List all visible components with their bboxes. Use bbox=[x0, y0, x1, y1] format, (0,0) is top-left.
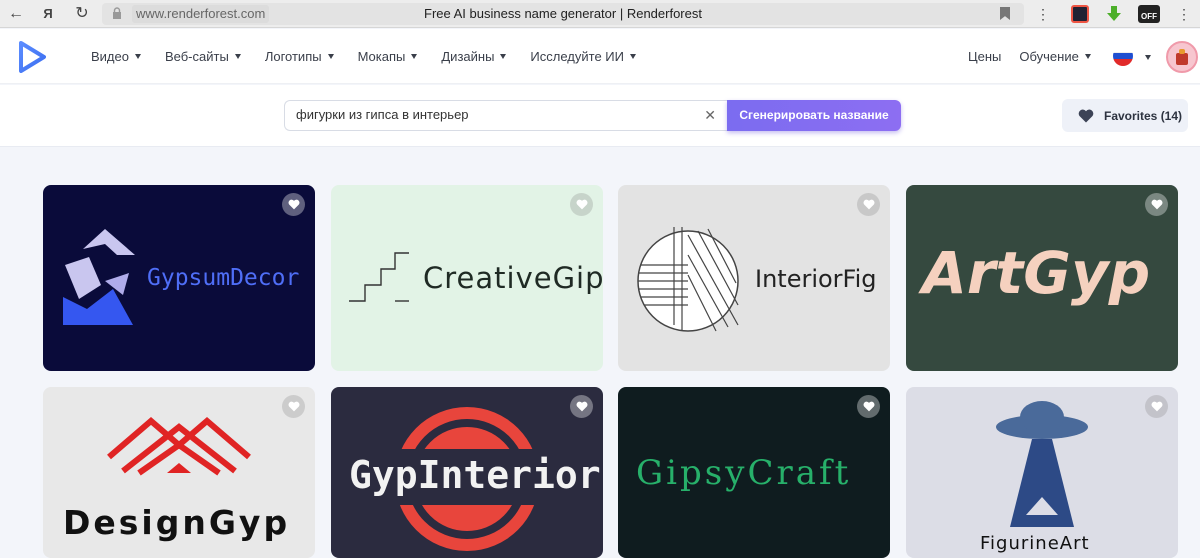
caret-down-icon bbox=[629, 54, 636, 59]
heart-icon[interactable] bbox=[1145, 193, 1168, 216]
card-name: GipsyCraft bbox=[636, 453, 852, 493]
avatar[interactable] bbox=[1166, 41, 1198, 73]
search-field: ✕ bbox=[284, 100, 728, 131]
card-name: CreativeGips bbox=[423, 261, 603, 295]
caret-down-icon bbox=[1084, 54, 1091, 59]
extension-icon[interactable] bbox=[1071, 5, 1089, 23]
name-card[interactable]: FigurineArt bbox=[906, 387, 1178, 558]
heart-icon[interactable] bbox=[282, 395, 305, 418]
card-name: ArtGyp bbox=[922, 239, 1151, 307]
card-name: InteriorFig bbox=[755, 265, 877, 293]
menu-designs[interactable]: Дизайны bbox=[441, 49, 507, 64]
back-icon[interactable]: ← bbox=[6, 4, 26, 24]
more-icon[interactable]: ⋮ bbox=[1033, 4, 1053, 24]
caret-down-icon bbox=[327, 54, 334, 59]
address-bar[interactable]: www.renderforest.com Free AI business na… bbox=[102, 3, 1024, 25]
caret-down-icon bbox=[411, 54, 418, 59]
header-right: Цены Обучение bbox=[968, 29, 1109, 84]
heart-icon[interactable] bbox=[1145, 395, 1168, 418]
page-title: Free AI business name generator | Render… bbox=[424, 6, 702, 21]
language-flag-icon[interactable] bbox=[1113, 46, 1133, 66]
heart-icon[interactable] bbox=[857, 395, 880, 418]
pricing-link[interactable]: Цены bbox=[968, 49, 1001, 64]
svg-text:OFF: OFF bbox=[1141, 12, 1157, 21]
heart-icon[interactable] bbox=[857, 193, 880, 216]
yandex-icon[interactable]: Я bbox=[38, 4, 58, 24]
name-card[interactable]: InteriorFig bbox=[618, 185, 890, 371]
name-card[interactable]: GipsyCraft bbox=[618, 387, 890, 558]
caret-down-icon bbox=[234, 54, 241, 59]
menu-video[interactable]: Видео bbox=[91, 49, 141, 64]
adblock-icon[interactable]: OFF bbox=[1138, 5, 1160, 23]
main-menu: Видео Веб-сайты Логотипы Мокапы Дизайны … bbox=[91, 29, 660, 84]
card-name: GypsumDecor bbox=[147, 265, 300, 291]
heart-icon[interactable] bbox=[570, 395, 593, 418]
reload-icon[interactable]: ↻ bbox=[72, 4, 92, 24]
menu-mockups[interactable]: Мокапы bbox=[358, 49, 418, 64]
card-name: GypInteriors bbox=[349, 453, 603, 497]
site-header: Видео Веб-сайты Логотипы Мокапы Дизайны … bbox=[0, 29, 1200, 84]
heart-icon[interactable] bbox=[282, 193, 305, 216]
menu-logos[interactable]: Логотипы bbox=[265, 49, 334, 64]
download-icon[interactable] bbox=[1105, 5, 1123, 23]
generate-button[interactable]: Сгенерировать название bbox=[727, 100, 901, 131]
name-card[interactable]: GypInteriors bbox=[331, 387, 603, 558]
caret-down-icon[interactable] bbox=[1145, 55, 1151, 60]
close-icon[interactable]: ✕ bbox=[704, 107, 716, 124]
learning-menu[interactable]: Обучение bbox=[1019, 49, 1091, 64]
browser-toolbar: ← Я ↻ www.renderforest.com Free AI busin… bbox=[0, 0, 1200, 28]
search-input[interactable] bbox=[296, 107, 696, 122]
favorites-label: Favorites (14) bbox=[1104, 108, 1183, 123]
favorites-button[interactable]: Favorites (14) bbox=[1062, 99, 1188, 132]
heart-icon bbox=[1078, 109, 1094, 122]
caret-down-icon bbox=[134, 54, 141, 59]
name-card[interactable]: DesignGyp bbox=[43, 387, 315, 558]
menu-websites[interactable]: Веб-сайты bbox=[165, 49, 241, 64]
menu-icon[interactable]: ⋮ bbox=[1174, 4, 1194, 24]
menu-explore-ai[interactable]: Исследуйте ИИ bbox=[530, 49, 636, 64]
card-name: FigurineArt bbox=[980, 533, 1090, 554]
renderforest-logo[interactable] bbox=[18, 41, 46, 73]
card-name: DesignGyp bbox=[63, 503, 291, 542]
heart-icon[interactable] bbox=[570, 193, 593, 216]
generator-bar: ✕ Сгенерировать название Favorites (14) bbox=[0, 85, 1200, 147]
name-card[interactable]: ArtGyp bbox=[906, 185, 1178, 371]
name-card[interactable]: GypsumDecor bbox=[43, 185, 315, 371]
name-card[interactable]: CreativeGips bbox=[331, 185, 603, 371]
caret-down-icon bbox=[500, 54, 507, 59]
